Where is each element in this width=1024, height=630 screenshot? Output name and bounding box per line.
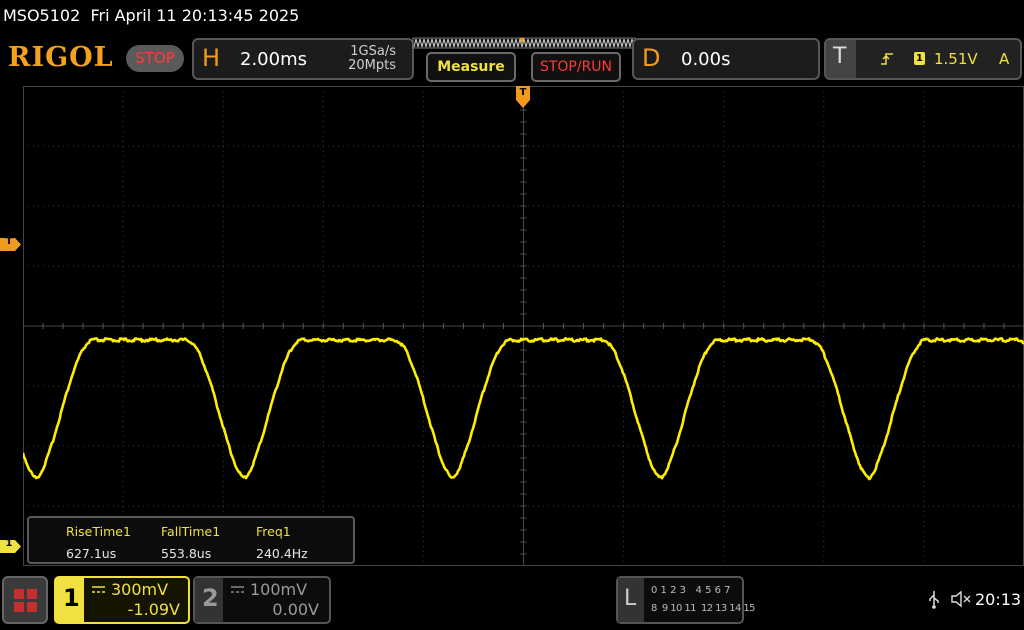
channel2-settings[interactable]: 2 100mV 0.00V (193, 576, 331, 624)
channel1-number: 1 (63, 584, 80, 612)
delay-panel[interactable]: D 0.00s (632, 38, 820, 80)
waveform-display[interactable] (23, 86, 1024, 566)
graticule (23, 86, 1024, 566)
usb-icon (929, 591, 939, 609)
window-title: MSO5102 Fri April 11 20:13:45 2025 (3, 6, 300, 25)
trigger-label: T (826, 40, 856, 78)
measurement-value: 553.8us (161, 546, 212, 561)
measurement-panel[interactable]: RiseTime1 627.1us FallTime1 553.8us Freq… (27, 516, 355, 564)
trigger-level-label: T (5, 236, 13, 247)
run-state-indicator[interactable]: STOP (126, 45, 184, 72)
dc-coupling-icon (92, 586, 105, 593)
delay-label: D (642, 44, 661, 72)
logic-channels-row1: 0 1 2 3 4 5 6 7 (651, 585, 731, 596)
rigol-logo: RIGOL (8, 42, 114, 73)
trigger-time-marker[interactable]: T (516, 86, 530, 110)
trigger-letter: T (833, 44, 847, 69)
channel1-offset-marker[interactable]: 1 (0, 538, 22, 553)
measurement-label: RiseTime1 (66, 524, 131, 539)
clock: 20:13 (975, 590, 1022, 609)
stop-run-button[interactable]: STOP/RUN (531, 52, 621, 82)
rising-edge-icon (881, 53, 893, 65)
channel1-settings[interactable]: 1 300mV -1.09V (54, 576, 190, 624)
measurement-label: Freq1 (256, 524, 291, 539)
delay-value: 0.00s (681, 49, 731, 70)
trigger-mode: A (999, 50, 1010, 68)
memory-depth: 20Mpts (348, 58, 396, 73)
channel2-scale: 100mV (250, 580, 308, 599)
channel1-number-tab: 1 (56, 578, 84, 622)
logic-letter: L (624, 586, 637, 611)
menu-grid-icon (14, 589, 37, 612)
trigger-panel[interactable]: T 1 1.51V A (824, 38, 1022, 80)
trigger-time-label: T (519, 87, 527, 98)
trigger-level: 1.51V (934, 50, 978, 68)
logic-channels-panel[interactable]: L 0 1 2 3 4 5 6 7 8 9 10 11 12 13 14 15 (616, 576, 755, 624)
dc-coupling-icon (231, 586, 244, 593)
mute-speaker-icon[interactable] (951, 590, 971, 608)
channel1-offset: -1.09V (127, 600, 180, 619)
main-menu-button[interactable] (2, 576, 48, 624)
measurement-value: 627.1us (66, 546, 117, 561)
trigger-level-marker[interactable]: T (0, 236, 22, 251)
measurement-value: 240.4Hz (256, 546, 308, 561)
channel1-scale: 300mV (111, 580, 169, 599)
channel2-number-tab: 2 (195, 578, 223, 622)
memory-overview-bar (412, 37, 636, 49)
channel1-offset-label: 1 (5, 538, 13, 549)
measurement-label: FallTime1 (161, 524, 221, 539)
channel2-number: 2 (202, 584, 219, 612)
measure-button[interactable]: Measure (426, 52, 516, 82)
logic-label-tab: L (618, 578, 644, 622)
logic-channels-row2: 8 9 10 11 12 13 14 15 (651, 603, 755, 614)
trigger-source-badge: 1 (914, 52, 925, 65)
channel2-offset: 0.00V (272, 600, 319, 619)
timebase-value: 2.00ms (240, 49, 307, 70)
sample-rate: 1GSa/s (350, 44, 396, 59)
horizontal-label: H (202, 44, 221, 72)
horizontal-panel[interactable]: H 2.00ms 1GSa/s 20Mpts (192, 38, 414, 80)
